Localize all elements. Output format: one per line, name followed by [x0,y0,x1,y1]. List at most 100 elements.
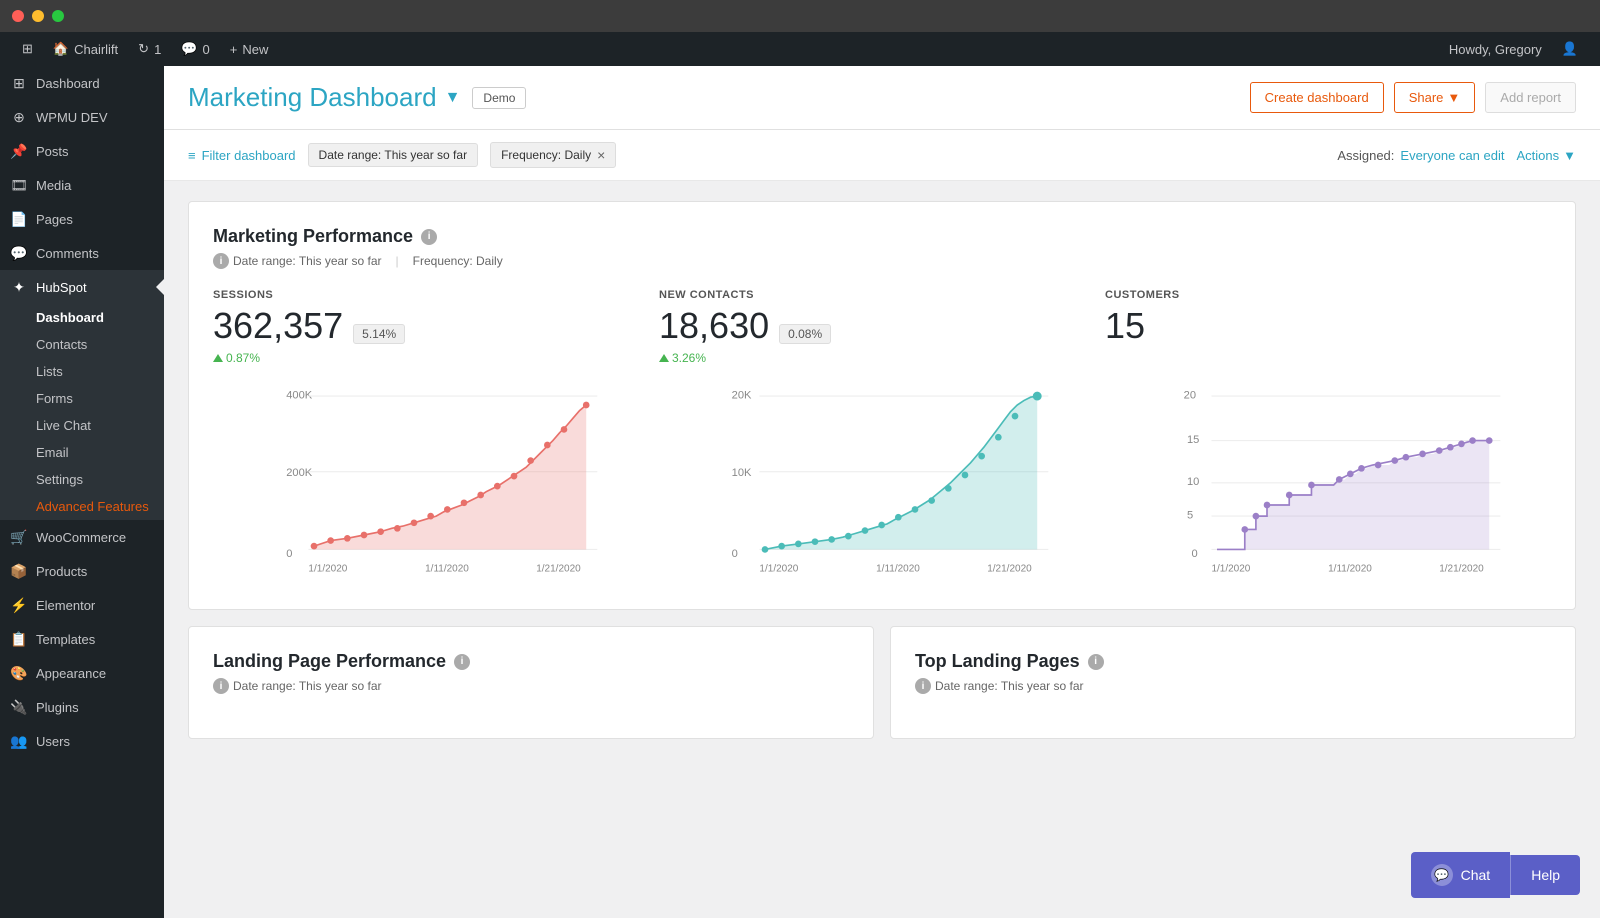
contacts-chart-container: 20K 10K 0 [664,385,1099,585]
mac-dot-yellow[interactable] [32,10,44,22]
card-meta: i Date range: This year so far | Frequen… [213,253,1551,269]
sidebar-sub-contacts[interactable]: Contacts [0,331,164,358]
bottom-cards-row: Landing Page Performance i i Date range:… [188,626,1576,755]
share-button[interactable]: Share ▼ [1394,82,1476,113]
svg-text:1/11/2020: 1/11/2020 [876,564,920,575]
home-icon: 🏠 [53,41,69,57]
sidebar-menu: ⊞ Dashboard ⊕ WPMU DEV 📌 Posts 🎞 Media 📄… [0,66,164,304]
customers-chart-container: 20 15 10 5 0 [1116,385,1551,585]
svg-text:0: 0 [1191,548,1197,560]
comments-sidebar-icon: 💬 [10,244,28,262]
svg-text:0: 0 [732,548,738,560]
sidebar-item-posts[interactable]: 📌 Posts [0,134,164,168]
sidebar-sub-lists[interactable]: Lists [0,358,164,385]
sidebar-item-pages[interactable]: 📄 Pages [0,202,164,236]
sidebar-item-plugins[interactable]: 🔌 Plugins [0,690,164,724]
admin-bar-site[interactable]: 🏠 Chairlift [43,32,128,66]
sidebar-item-users[interactable]: 👥 Users [0,724,164,758]
admin-bar: ⊞ 🏠 Chairlift ↻ 1 💬 0 + New Howdy, Grego… [0,32,1600,66]
sidebar-sub-email[interactable]: Email [0,439,164,466]
admin-bar-updates[interactable]: ↻ 1 [128,32,171,66]
svg-text:20: 20 [1183,389,1195,401]
howdy-text: Howdy, Gregory [1439,42,1552,57]
svg-text:1/21/2020: 1/21/2020 [1439,564,1484,575]
sessions-chart-container: 400K 200K 0 [213,385,648,585]
admin-avatar[interactable]: 👤 [1552,41,1588,57]
plus-icon: + [230,42,238,57]
meta-info-icon: i Date range: This year so far [213,253,382,269]
contacts-chart-svg: 20K 10K 0 [664,385,1099,585]
svg-text:1/21/2020: 1/21/2020 [988,564,1033,575]
svg-text:10K: 10K [732,467,752,479]
sidebar-item-media[interactable]: 🎞 Media [0,168,164,202]
filter-icon: ≡ [188,148,196,163]
meta-i-icon: i [213,253,229,269]
svg-text:1/1/2020: 1/1/2020 [308,564,347,575]
page-header: Marketing Dashboard ▼ Demo Create dashbo… [164,66,1600,130]
admin-bar-wp-icon[interactable]: ⊞ [12,32,43,66]
marketing-info-icon[interactable]: i [421,229,437,245]
mac-chrome [0,0,1600,32]
users-icon: 👥 [10,732,28,750]
top-landing-card-meta: i Date range: This year so far [915,678,1551,694]
dashboard-icon: ⊞ [10,74,28,92]
filter-dashboard-button[interactable]: ≡ Filter dashboard [188,148,296,163]
title-dropdown-icon[interactable]: ▼ [445,89,461,107]
admin-bar-comments[interactable]: 💬 0 [171,32,219,66]
sidebar-item-appearance[interactable]: 🎨 Appearance [0,656,164,690]
filter-tag-frequency[interactable]: Frequency: Daily × [490,142,616,168]
mac-dot-green[interactable] [52,10,64,22]
actions-button[interactable]: Actions ▼ [1516,148,1576,163]
stat-new-contacts: NEW CONTACTS 18,630 0.08% 3.26% [659,289,1105,365]
sidebar-item-hubspot[interactable]: ✦ HubSpot [0,270,164,304]
sidebar-item-comments[interactable]: 💬 Comments [0,236,164,270]
admin-bar-new[interactable]: + New [220,32,279,66]
svg-text:1/11/2020: 1/11/2020 [1328,564,1372,575]
sidebar-sub-dashboard[interactable]: Dashboard [0,304,164,331]
sidebar: ⊞ Dashboard ⊕ WPMU DEV 📌 Posts 🎞 Media 📄… [0,66,164,918]
chat-button[interactable]: 💬 Chat [1411,852,1511,898]
help-button[interactable]: Help [1510,855,1580,895]
app-layout: ⊞ Dashboard ⊕ WPMU DEV 📌 Posts 🎞 Media 📄… [0,66,1600,918]
actions-dropdown-icon: ▼ [1563,148,1576,163]
frequency-close-icon[interactable]: × [597,147,605,163]
content-area: Marketing Performance i i Date range: Th… [164,181,1600,918]
landing-meta-icon: i [213,678,229,694]
products-icon: 📦 [10,562,28,580]
elementor-icon: ⚡ [10,596,28,614]
svg-text:1/21/2020: 1/21/2020 [536,564,581,575]
svg-text:15: 15 [1187,434,1199,446]
sidebar-sub-livechat[interactable]: Live Chat [0,412,164,439]
svg-text:5: 5 [1187,509,1193,521]
sidebar-sub-forms[interactable]: Forms [0,385,164,412]
sidebar-arrow [156,279,164,295]
sidebar-item-woocommerce[interactable]: 🛒 WooCommerce [0,520,164,554]
svg-text:1/11/2020: 1/11/2020 [425,564,469,575]
customers-fill [1217,441,1489,550]
create-dashboard-button[interactable]: Create dashboard [1250,82,1384,113]
marketing-performance-card: Marketing Performance i i Date range: Th… [188,201,1576,610]
contacts-fill [765,396,1037,549]
landing-info-icon[interactable]: i [454,654,470,670]
hubspot-icon: ✦ [10,278,28,296]
sidebar-sub-advanced[interactable]: Advanced Features [0,493,164,520]
sidebar-sub-settings[interactable]: Settings [0,466,164,493]
filter-bar: ≡ Filter dashboard Date range: This year… [164,130,1600,181]
mac-dot-red[interactable] [12,10,24,22]
filter-tag-daterange: Date range: This year so far [308,143,479,167]
sidebar-item-dashboard[interactable]: ⊞ Dashboard [0,66,164,100]
top-landing-info-icon[interactable]: i [1088,654,1104,670]
sidebar-item-elementor[interactable]: ⚡ Elementor [0,588,164,622]
sidebar-item-templates[interactable]: 📋 Templates [0,622,164,656]
customers-chart-svg: 20 15 10 5 0 [1116,385,1551,585]
add-report-button: Add report [1485,82,1576,113]
landing-page-performance-title: Landing Page Performance i [213,651,849,672]
svg-text:1/1/2020: 1/1/2020 [1211,564,1250,575]
header-actions: Create dashboard Share ▼ Add report [1250,82,1576,113]
svg-text:400K: 400K [286,389,313,401]
assigned-link[interactable]: Everyone can edit [1400,148,1504,163]
sidebar-item-wpmu[interactable]: ⊕ WPMU DEV [0,100,164,134]
sidebar-item-products[interactable]: 📦 Products [0,554,164,588]
marketing-performance-title: Marketing Performance i [213,226,1551,247]
demo-badge[interactable]: Demo [472,87,526,109]
